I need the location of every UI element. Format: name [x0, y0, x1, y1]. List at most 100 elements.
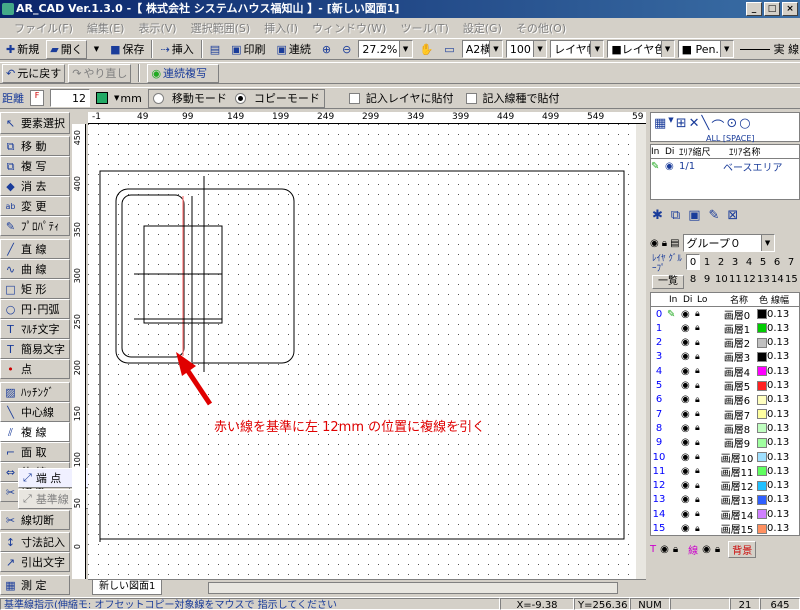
lock-icon[interactable]: 🔒︎ — [695, 438, 717, 448]
layer-group-cell[interactable]: 6 — [770, 254, 784, 270]
layer-group-cell[interactable]: 5 — [756, 254, 770, 270]
maximize-button[interactable]: □ — [764, 2, 780, 16]
eye-icon[interactable]: ◉ — [681, 437, 695, 448]
lock-icon[interactable]: 🔒︎ — [695, 352, 717, 362]
tool-property[interactable]: ✎ ﾌﾟﾛﾊﾟﾃｨ — [0, 216, 70, 236]
layer-number[interactable]: 12 — [651, 480, 667, 491]
menu-edit[interactable]: 編集(E) — [87, 20, 125, 36]
eye-icon[interactable]: ◉ — [665, 161, 679, 172]
layer-group-cell[interactable]: 0 — [686, 254, 700, 270]
layer-color-swatch[interactable] — [757, 409, 767, 420]
eye-icon[interactable]: ◉ — [681, 394, 695, 405]
eye-icon[interactable]: ◉ — [660, 544, 669, 555]
eye-icon[interactable]: ◉ — [681, 351, 695, 362]
eye-icon[interactable]: ◉ — [681, 423, 695, 434]
eye-icon[interactable]: ◉ — [681, 523, 695, 534]
open-dropdown[interactable]: ▼ — [90, 40, 103, 59]
layer-number[interactable]: 11 — [651, 466, 667, 477]
layer-color-swatch[interactable] — [757, 423, 767, 434]
layer-group-cell[interactable]: 14 — [770, 271, 784, 287]
layer-number[interactable]: 5 — [651, 380, 667, 391]
layer-group-cell[interactable]: 8 — [686, 271, 700, 287]
layer-group-cell[interactable]: 9 — [700, 271, 714, 287]
continuous-print-button[interactable]: ▣ 連続 — [273, 40, 315, 59]
arc-snap-icon[interactable]: ⌒ — [711, 116, 724, 135]
linetype-paste-checkbox[interactable] — [465, 92, 477, 104]
lock-icon[interactable]: 🔒︎ — [695, 524, 717, 534]
tool-centerline[interactable]: ╲ 中心線 — [0, 402, 70, 422]
area-props-icon[interactable]: ▣ — [688, 208, 700, 223]
eye-icon[interactable]: ◉ — [681, 509, 695, 520]
area-copy-icon[interactable]: ⧉ — [671, 208, 680, 223]
layer-row[interactable]: 1 ◉ 🔒︎ 画層1 0.13 — [651, 321, 800, 336]
area-new-icon[interactable]: ✱ — [652, 208, 663, 223]
tool-circle[interactable]: ○ 円･円弧 — [0, 299, 70, 319]
text-toggle[interactable]: T — [650, 544, 656, 555]
tool-rectangle[interactable]: □ 矩 形 — [0, 279, 70, 299]
snap-dropdown-icon[interactable]: ▼ — [668, 116, 673, 135]
tool-hatching[interactable]: ▨ ﾊｯﾁﾝｸﾞ — [0, 382, 70, 402]
insert-button[interactable]: ⇢ 挿入 — [156, 40, 197, 59]
save-button[interactable]: ■ 保存 — [106, 40, 148, 59]
layer-number[interactable]: 6 — [651, 394, 667, 405]
paper-select[interactable]: A2横 ▼ — [461, 40, 503, 58]
layer-number[interactable]: 13 — [651, 494, 667, 505]
layer-color-swatch[interactable] — [757, 351, 767, 362]
layer-color-swatch[interactable] — [757, 480, 767, 491]
eye-icon[interactable]: ◉ — [681, 309, 695, 320]
line-type-select[interactable]: 実 線 — [736, 40, 800, 58]
center-snap-icon[interactable]: ⊙ — [726, 116, 737, 135]
layer-color-swatch[interactable] — [757, 309, 767, 319]
lock-icon[interactable]: 🔒︎ — [695, 481, 717, 491]
lock-icon[interactable]: 🔒︎ — [695, 381, 717, 391]
intersection-icon[interactable]: ✕ — [689, 116, 700, 135]
layer-color-swatch[interactable] — [757, 466, 767, 477]
area-delete-icon[interactable]: ⊠ — [727, 208, 738, 223]
eye-icon[interactable]: ◉ — [681, 323, 695, 334]
menu-other[interactable]: その他(O) — [516, 20, 566, 36]
layer-row[interactable]: 8 ◉ 🔒︎ 画層8 0.13 — [651, 421, 800, 436]
lock-icon[interactable]: 🔒︎ — [695, 366, 717, 376]
tool-dimension[interactable]: ↕ 寸法記入 — [0, 532, 70, 552]
lock-icon[interactable]: 🔒︎ — [695, 423, 717, 433]
layer-number[interactable]: 3 — [651, 351, 667, 362]
layer-group-cell[interactable]: 2 — [714, 254, 728, 270]
layer-row[interactable]: 12 ◉ 🔒︎ 画層12 0.13 — [651, 479, 800, 493]
tool-change[interactable]: ab 変 更 — [0, 196, 70, 216]
layer-color-swatch[interactable] — [757, 337, 767, 348]
mode-move-radio[interactable] — [152, 92, 164, 104]
all-label[interactable]: ALL [SPACE] — [706, 134, 755, 143]
layer-color-swatch[interactable] — [757, 380, 767, 391]
layer-row[interactable]: 6 ◉ 🔒︎ 画層6 0.13 — [651, 393, 800, 407]
calculator-icon[interactable] — [96, 92, 108, 104]
lock-icon[interactable]: 🔒︎ — [695, 309, 717, 319]
pan-button[interactable]: ✋ — [416, 40, 438, 59]
menu-insert[interactable]: 挿入(I) — [264, 20, 298, 36]
lock-icon[interactable]: 🔒︎ — [695, 495, 717, 505]
layer-color-swatch[interactable] — [757, 366, 767, 377]
drawing-svg[interactable]: 赤い線を基準に左 12mm の位置に複線を引く — [88, 124, 636, 579]
layer-row[interactable]: 14 ◉ 🔒︎ 画層14 0.13 — [651, 507, 800, 522]
tool-move[interactable]: ⧉ 移 動 — [0, 136, 70, 156]
lock-icon[interactable]: 🔒︎ — [695, 395, 717, 405]
lock-icon[interactable]: 🔒︎ — [695, 509, 717, 519]
tool-simple-text[interactable]: T 簡易文字 — [0, 339, 70, 359]
tool-leader-text[interactable]: ↗ 引出文字 — [0, 552, 70, 572]
zoom-in-button[interactable]: ⊕ — [318, 40, 335, 59]
layer-color-swatch[interactable] — [757, 494, 767, 505]
menu-file[interactable]: ファイル(F) — [14, 20, 73, 36]
layer-color-swatch[interactable] — [757, 452, 767, 462]
layer-number[interactable]: 10 — [651, 452, 667, 463]
eye-icon[interactable]: ◉ — [681, 466, 695, 477]
print-button[interactable]: ▣ 印刷 — [227, 40, 269, 59]
layer-row[interactable]: 11 ◉ 🔒︎ 画層11 0.13 — [651, 464, 800, 479]
layer-group-cell[interactable]: 12 — [742, 271, 756, 287]
tool-offset[interactable]: ⫽ 複 線 — [0, 422, 70, 442]
layer-group-cell[interactable]: 13 — [756, 271, 770, 287]
layer-row[interactable]: 9 ◉ 🔒︎ 画層9 0.13 — [651, 436, 800, 450]
mode-copy-radio[interactable] — [234, 92, 246, 104]
layer-number[interactable]: 15 — [651, 523, 667, 534]
distance-input[interactable]: 12 — [50, 89, 90, 107]
layer-row[interactable]: 4 ◉ 🔒︎ 画層4 0.13 — [651, 364, 800, 379]
layer-number[interactable]: 2 — [651, 337, 667, 348]
